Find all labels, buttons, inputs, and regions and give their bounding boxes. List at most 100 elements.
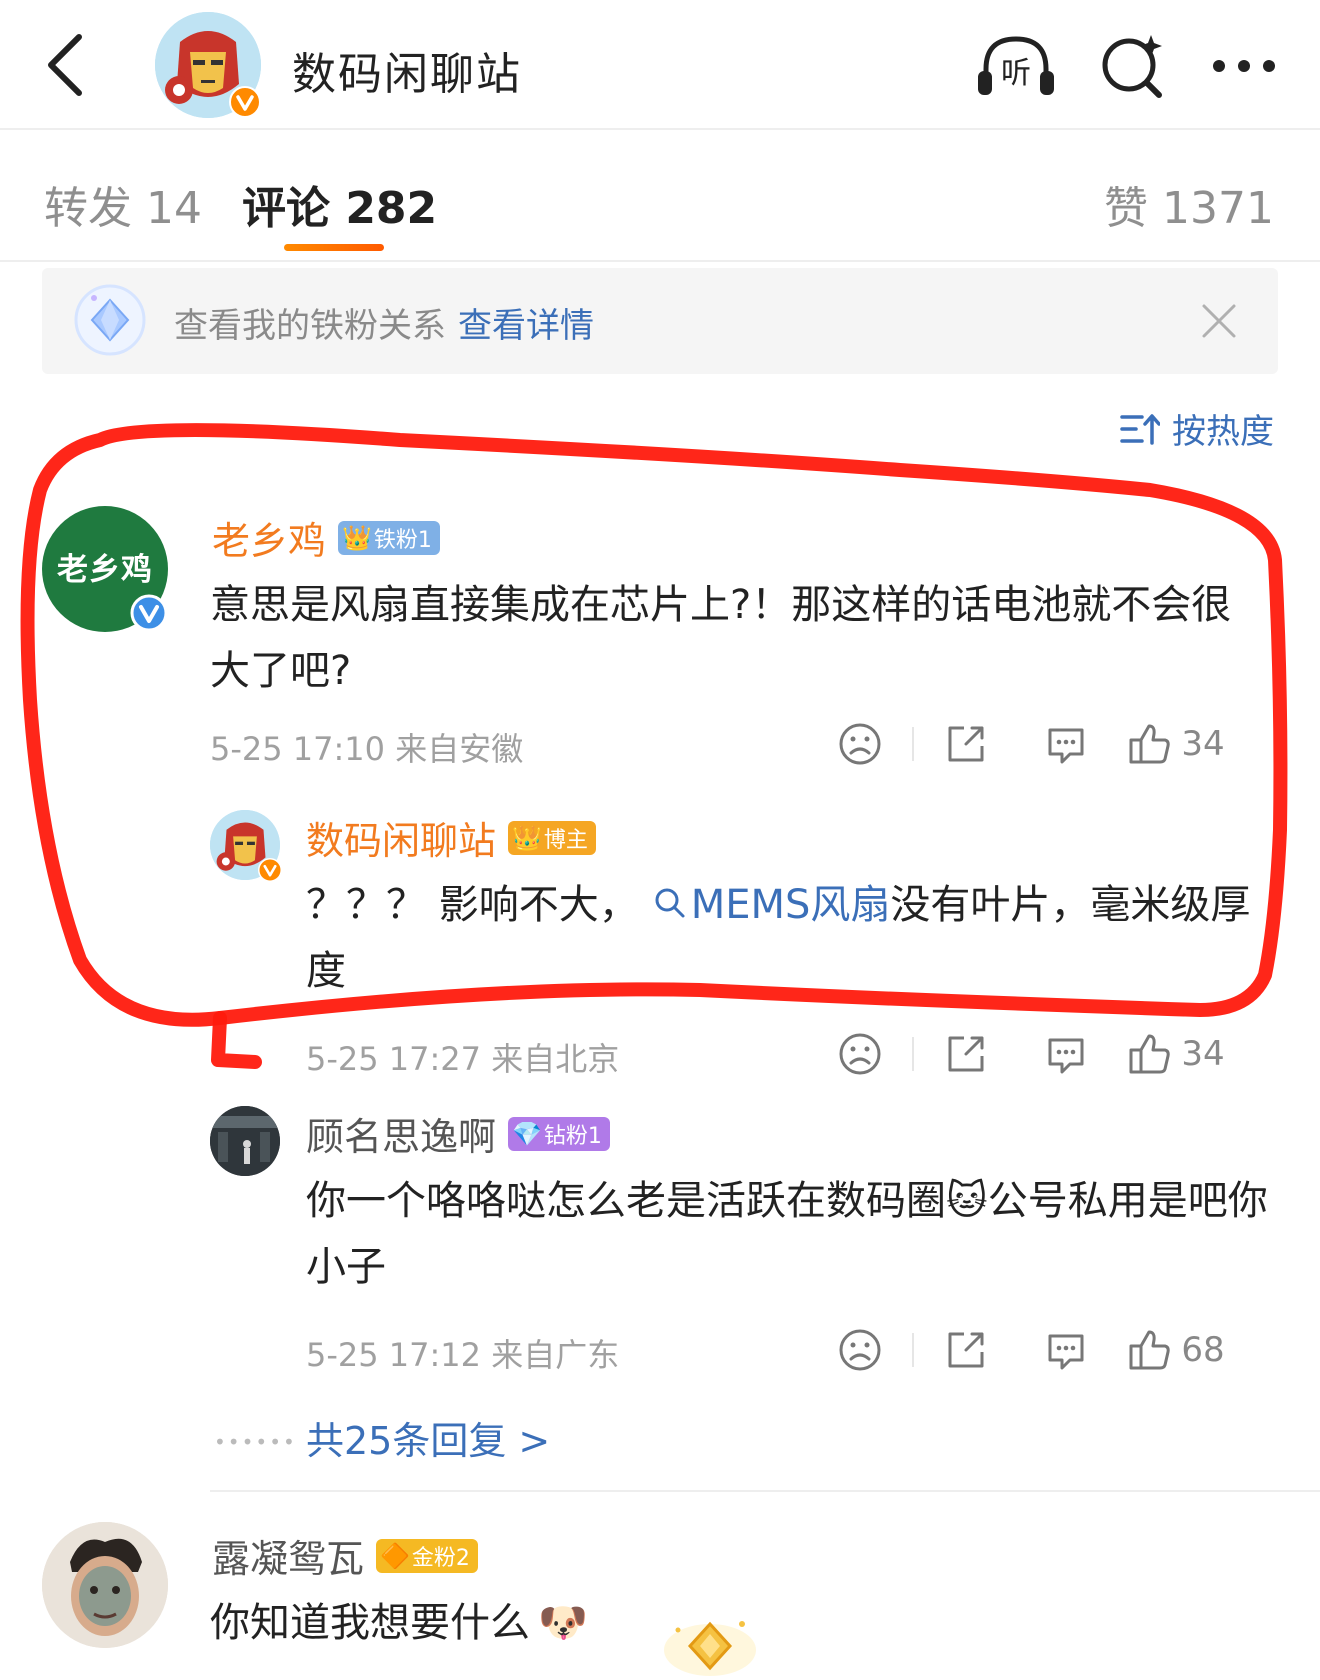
photo-avatar-image	[210, 1106, 280, 1176]
comment-bubble-icon	[1048, 728, 1084, 764]
search-icon	[655, 888, 685, 918]
username[interactable]: 露凝鸳瓦	[212, 1528, 364, 1583]
blogger-badge[interactable]: 👑 博主	[508, 820, 596, 855]
like-count: 34	[1181, 724, 1225, 764]
page-title: 数码闲聊站	[292, 49, 522, 100]
dislike-button[interactable]	[810, 1320, 910, 1380]
verified-orange-icon	[229, 86, 261, 118]
username[interactable]: 顾名思逸啊	[306, 1106, 496, 1161]
avatar-luningyuanwa[interactable]	[42, 1522, 168, 1648]
comment-text: 你知道我想要什么 🐶	[210, 1590, 1010, 1656]
fan-badge[interactable]: 🔶 金粉2	[376, 1538, 478, 1573]
more-button[interactable]	[1204, 28, 1284, 104]
share-icon	[948, 1036, 984, 1072]
sort-icon	[1120, 413, 1160, 445]
tab-repost[interactable]: 转发 14	[44, 172, 202, 236]
badge-label: 博主	[543, 827, 588, 853]
topic-link[interactable]: MEMS风扇	[639, 882, 891, 928]
avatar-text: 老乡鸡	[57, 552, 153, 588]
comment-bubble-icon	[1048, 1038, 1084, 1074]
avatar-laoxiangji[interactable]: 老乡鸡	[42, 506, 168, 632]
reply-button[interactable]	[1016, 1024, 1116, 1084]
comment-meta: 5-25 17:10 来自安徽	[210, 730, 524, 768]
comment-text-body: 你知道我想要什么	[210, 1600, 530, 1646]
badge-label: 钻粉1	[543, 1123, 602, 1149]
more-dots-icon	[1213, 60, 1275, 72]
reply-text: ？？？ 影响不大， MEMS风扇没有叶片，毫米级厚度	[306, 872, 1276, 1004]
badge-label: 金粉2	[411, 1545, 470, 1571]
crown-icon: 👑	[342, 523, 372, 552]
share-button[interactable]	[916, 714, 1016, 774]
sort-label: 按热度	[1172, 412, 1274, 452]
like-count: 68	[1181, 1330, 1225, 1370]
reply-button[interactable]	[1016, 1320, 1116, 1380]
reply-button[interactable]	[1016, 714, 1116, 774]
listen-label: 听	[1001, 56, 1031, 91]
reply-meta: 5-25 17:27 来自北京	[306, 1040, 620, 1078]
like-count: 34	[1181, 1034, 1225, 1074]
action-divider	[912, 727, 914, 761]
action-divider	[912, 1333, 914, 1367]
sad-face-icon	[839, 1329, 881, 1371]
share-button[interactable]	[916, 1320, 1016, 1380]
reply-actions: 68	[810, 1320, 1236, 1380]
like-button[interactable]: 68	[1116, 1320, 1236, 1380]
sad-face-icon	[839, 723, 881, 765]
banner-text: 查看我的铁粉关系	[174, 306, 446, 346]
listen-button[interactable]: 听	[976, 28, 1056, 104]
fan-relation-banner: 查看我的铁粉关系 查看详情	[42, 268, 1278, 374]
blogger-avatar[interactable]	[155, 12, 261, 118]
username[interactable]: 数码闲聊站	[306, 810, 496, 865]
verified-orange-icon	[258, 858, 282, 882]
thumbs-up-icon	[1129, 1330, 1171, 1370]
share-button[interactable]	[916, 1024, 1016, 1084]
like-button[interactable]: 34	[1116, 714, 1236, 774]
headphones-icon: 听	[978, 36, 1054, 95]
search-button[interactable]	[1092, 28, 1172, 104]
share-icon	[948, 726, 984, 762]
thumbs-up-icon	[1129, 724, 1171, 764]
dislike-button[interactable]	[810, 714, 910, 774]
tab-like[interactable]: 赞 1371	[1104, 172, 1274, 236]
doge-emoji-icon: 🐶	[538, 1600, 588, 1646]
gold-gem-icon: 🔶	[380, 1541, 410, 1570]
thumbs-up-icon	[1129, 1034, 1171, 1074]
gold-medal-sticker-icon	[664, 1621, 756, 1676]
username[interactable]: 老乡鸡	[212, 510, 326, 565]
like-button[interactable]: 34	[1116, 1024, 1236, 1084]
comment-actions: 34	[810, 714, 1236, 774]
reply-actions: 34	[810, 1024, 1236, 1084]
sort-by-hot-button[interactable]: 按热度	[1120, 404, 1274, 453]
avatar-blogger-reply[interactable]	[210, 810, 282, 882]
banner-details-link[interactable]: 查看详情	[458, 306, 594, 346]
close-icon[interactable]	[1196, 298, 1242, 344]
tab-bar: 转发 14 评论 282 赞 1371	[0, 132, 1320, 262]
fan-badge[interactable]: 💎 钻粉1	[508, 1116, 610, 1151]
diamond-icon: 💎	[512, 1119, 542, 1148]
comment-bubble-icon	[1048, 1334, 1084, 1370]
photo-avatar-image	[42, 1522, 168, 1648]
sad-face-icon	[839, 1033, 881, 1075]
active-tab-indicator	[284, 244, 384, 251]
diamond-fan-icon	[74, 284, 146, 356]
tab-comment[interactable]: 评论 282	[242, 172, 437, 236]
comment-divider	[210, 1490, 1320, 1492]
dislike-button[interactable]	[810, 1024, 910, 1084]
back-button[interactable]	[30, 30, 100, 100]
topic-label: MEMS风扇	[690, 882, 891, 928]
reply-text-start: 你一个咯咯哒怎么老是活跃在数码圈	[306, 1178, 946, 1224]
fan-badge[interactable]: 👑 铁粉1	[338, 520, 440, 555]
top-bar: 数码闲聊站 听	[0, 0, 1320, 130]
reply-text: 你一个咯咯哒怎么老是活跃在数码圈🐱公号私用是吧你小子	[306, 1168, 1276, 1300]
view-all-replies-link[interactable]: 共25条回复 >	[306, 1410, 550, 1465]
badge-label: 铁粉1	[373, 527, 432, 553]
avatar-gumingsiyi[interactable]	[210, 1106, 280, 1176]
ellipsis-icon: ••••••	[214, 1430, 297, 1454]
verified-blue-icon	[130, 594, 168, 632]
crown-icon: 👑	[512, 823, 542, 852]
reply-meta: 5-25 17:12 来自广东	[306, 1336, 620, 1374]
action-divider	[912, 1037, 914, 1071]
reply-text-start: ？？？ 影响不大，	[306, 882, 639, 928]
chevron-left-icon	[48, 34, 82, 96]
comment-text: 意思是风扇直接集成在芯片上?！那这样的话电池就不会很大了吧?	[210, 582, 1232, 694]
